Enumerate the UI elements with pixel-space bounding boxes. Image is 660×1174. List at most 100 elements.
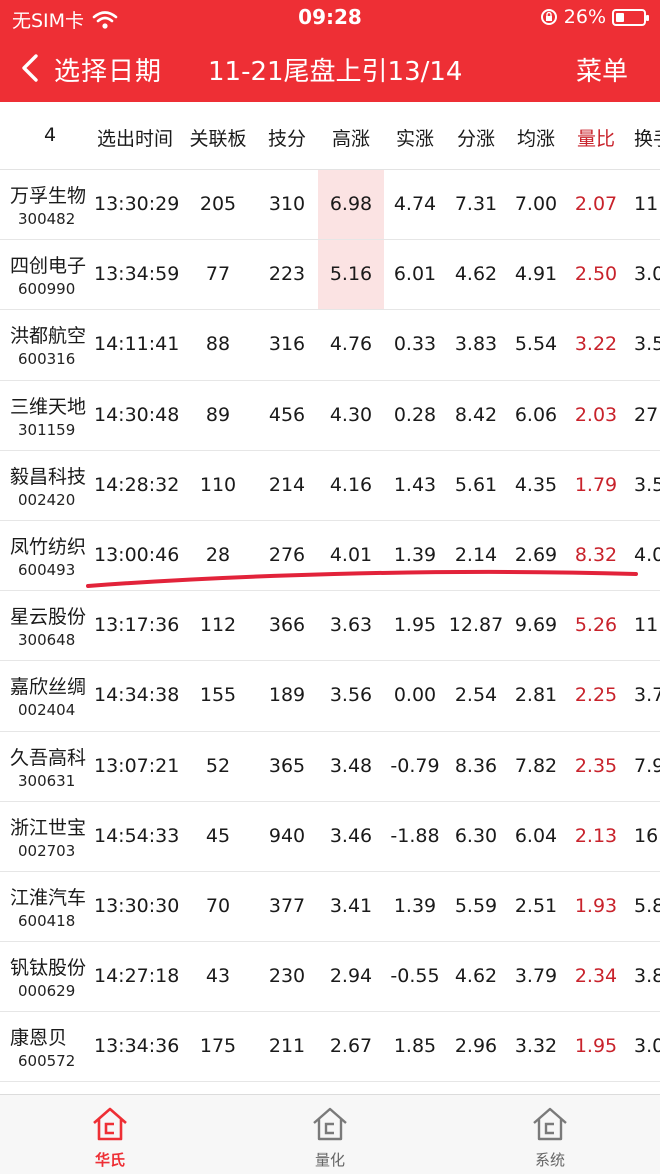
stock-name: 万孚生物	[10, 185, 87, 207]
cell-turnover: 3.8	[634, 965, 660, 988]
cell-time: 13:30:29	[94, 193, 180, 215]
cell-tech-score: 189	[268, 684, 306, 707]
cell-high-gain: 4.30	[329, 403, 373, 426]
cell-minute-gain: 7.31	[454, 193, 498, 215]
stock-name: 洪都航空	[10, 325, 87, 348]
stock-name: 三维天地	[10, 395, 87, 418]
select-date-button[interactable]: 选择日期	[54, 51, 162, 88]
cell-high-gain: 2.67	[329, 1035, 373, 1058]
column-header-time[interactable]: 选出时间	[94, 124, 176, 151]
column-header-count[interactable]: 4	[30, 124, 70, 146]
column-header-volume-ratio[interactable]: 量比	[566, 124, 626, 151]
cell-avg-gain: 2.81	[514, 684, 558, 707]
cell-turnover: 3.7	[634, 684, 660, 707]
cell-actual-gain: 0.33	[393, 333, 437, 356]
cell-turnover: 3.0	[634, 1035, 660, 1058]
column-header-turnover[interactable]: 换手	[634, 124, 660, 151]
cell-related-board: 155	[199, 684, 237, 707]
column-header-avg-gain[interactable]: 均涨	[506, 124, 566, 151]
stock-code: 300648	[18, 631, 76, 650]
cell-turnover: 5.8	[634, 894, 660, 917]
cell-high-gain: 3.46	[329, 824, 373, 847]
table-row[interactable]: 钒钛股份 000629 14:27:18 43 230 2.94 -0.55 4.62 3.79…	[0, 942, 660, 1013]
cell-tech-score: 211	[268, 1035, 306, 1058]
cell-related-board: 175	[199, 1035, 237, 1058]
cell-volume-ratio: 3.22	[574, 333, 618, 356]
cell-avg-gain: 9.69	[514, 614, 558, 637]
cell-actual-gain: 4.74	[393, 193, 437, 215]
tab-system[interactable]: 系统	[510, 1105, 590, 1170]
cell-tech-score: 316	[268, 333, 306, 356]
cell-time: 13:34:59	[94, 263, 180, 286]
cell-time: 14:30:48	[94, 403, 180, 426]
cell-volume-ratio: 5.26	[574, 614, 618, 637]
cell-time: 13:07:21	[94, 754, 180, 777]
cell-high-gain: 3.56	[329, 684, 373, 707]
cell-time: 14:28:32	[94, 473, 180, 496]
cell-tech-score: 456	[268, 403, 306, 426]
back-chevron-icon[interactable]	[16, 52, 48, 84]
table-row[interactable]: 四创电子 600990 13:34:59 77 223 5.16 6.01 4.62 4.91 2…	[0, 240, 660, 311]
table-row[interactable]: 三维天地 301159 14:30:48 89 456 4.30 0.28 8.42 6.06 2…	[0, 381, 660, 451]
cell-high-gain: 3.48	[329, 754, 373, 777]
cell-volume-ratio: 2.50	[574, 263, 618, 286]
cell-avg-gain: 2.51	[514, 894, 558, 917]
stock-name: 江淮汽车	[10, 886, 87, 909]
bottom-tab-bar: 华氏 量化 系统	[0, 1094, 660, 1174]
table-row[interactable]: 洪都航空 600316 14:11:41 88 316 4.76 0.33 3.83 5.54 3…	[0, 310, 660, 381]
stock-name: 浙江世宝	[10, 816, 87, 839]
cell-actual-gain: -1.88	[390, 824, 440, 847]
header-bar: 无SIM卡 09:28 26% 选择日期 11-21尾盘上引13/14 菜单	[0, 0, 660, 102]
table-row[interactable]: 康恩贝 600572 13:34:36 175 211 2.67 1.85 2.96 3.32 1…	[0, 1012, 660, 1083]
column-header-minute-gain[interactable]: 分涨	[446, 124, 506, 151]
cell-avg-gain: 4.91	[514, 263, 558, 286]
cell-minute-gain: 8.42	[454, 403, 498, 426]
column-header-related-board[interactable]: 关联板	[186, 124, 250, 151]
tab-huashi[interactable]: 华氏	[70, 1105, 150, 1170]
stock-name: 久吾高科	[10, 746, 87, 769]
cell-turnover: 3.5	[634, 333, 660, 356]
cell-turnover: 27.4	[634, 403, 660, 426]
table-row[interactable]: 毅昌科技 002420 14:28:32 110 214 4.16 1.43 5.61 4.35…	[0, 451, 660, 521]
cell-minute-gain: 3.83	[454, 333, 498, 356]
cell-high-gain: 4.16	[329, 473, 373, 496]
cell-high-gain: 4.01	[329, 543, 373, 566]
table-row[interactable]: 江淮汽车 600418 13:30:30 70 377 3.41 1.39 5.59 2.51 1…	[0, 872, 660, 943]
column-header-actual-gain[interactable]: 实涨	[384, 124, 446, 151]
table-row[interactable]: 凤竹纺织 600493 13:00:46 28 276 4.01 1.39 2.14 2.69 8…	[0, 521, 660, 592]
cell-avg-gain: 7.00	[514, 193, 558, 215]
cell-actual-gain: -0.55	[390, 965, 440, 988]
cell-avg-gain: 6.06	[514, 403, 558, 426]
cell-actual-gain: 1.95	[393, 614, 437, 637]
column-header-tech-score[interactable]: 技分	[256, 124, 318, 151]
table-body: 万孚生物 300482 13:30:29 205 310 6.98 4.74 7.31 7.00…	[0, 170, 660, 1083]
cell-tech-score: 214	[268, 473, 306, 496]
stock-name: 凤竹纺织	[10, 535, 87, 558]
cell-minute-gain: 2.54	[454, 684, 498, 707]
column-header-high-gain[interactable]: 高涨	[320, 124, 382, 151]
cell-high-gain: 2.94	[329, 965, 373, 988]
battery-icon	[612, 8, 649, 26]
cell-minute-gain: 8.36	[454, 754, 498, 777]
cell-avg-gain: 6.04	[514, 824, 558, 847]
table-row[interactable]: 万孚生物 300482 13:30:29 205 310 6.98 4.74 7.31 7.00…	[0, 170, 660, 241]
cell-volume-ratio: 2.03	[574, 403, 618, 426]
tab-label: 系统	[534, 1151, 565, 1169]
table-row[interactable]: 久吾高科 300631 13:07:21 52 365 3.48 -0.79 8.36 7.82…	[0, 732, 660, 802]
cell-actual-gain: 0.28	[393, 403, 437, 426]
cell-tech-score: 276	[268, 543, 306, 566]
stock-code: 002703	[18, 841, 76, 860]
cell-high-gain: 6.98	[329, 193, 373, 215]
tab-quant[interactable]: 量化	[290, 1105, 370, 1170]
cell-actual-gain: 1.43	[393, 473, 437, 496]
stock-name: 钒钛股份	[10, 957, 87, 980]
menu-button[interactable]: 菜单	[576, 51, 628, 88]
table-row[interactable]: 嘉欣丝绸 002404 14:34:38 155 189 3.56 0.00 2.54 2.81…	[0, 661, 660, 732]
cell-avg-gain: 3.79	[514, 965, 558, 988]
table-row[interactable]: 浙江世宝 002703 14:54:33 45 940 3.46 -1.88 6.30 6.04…	[0, 802, 660, 872]
table-row[interactable]: 星云股份 300648 13:17:36 112 366 3.63 1.95 12.87 9.6…	[0, 591, 660, 662]
cell-tech-score: 940	[268, 824, 306, 847]
stock-code: 301159	[18, 420, 76, 439]
cell-volume-ratio: 2.34	[574, 965, 618, 988]
stock-code: 600418	[18, 911, 76, 930]
